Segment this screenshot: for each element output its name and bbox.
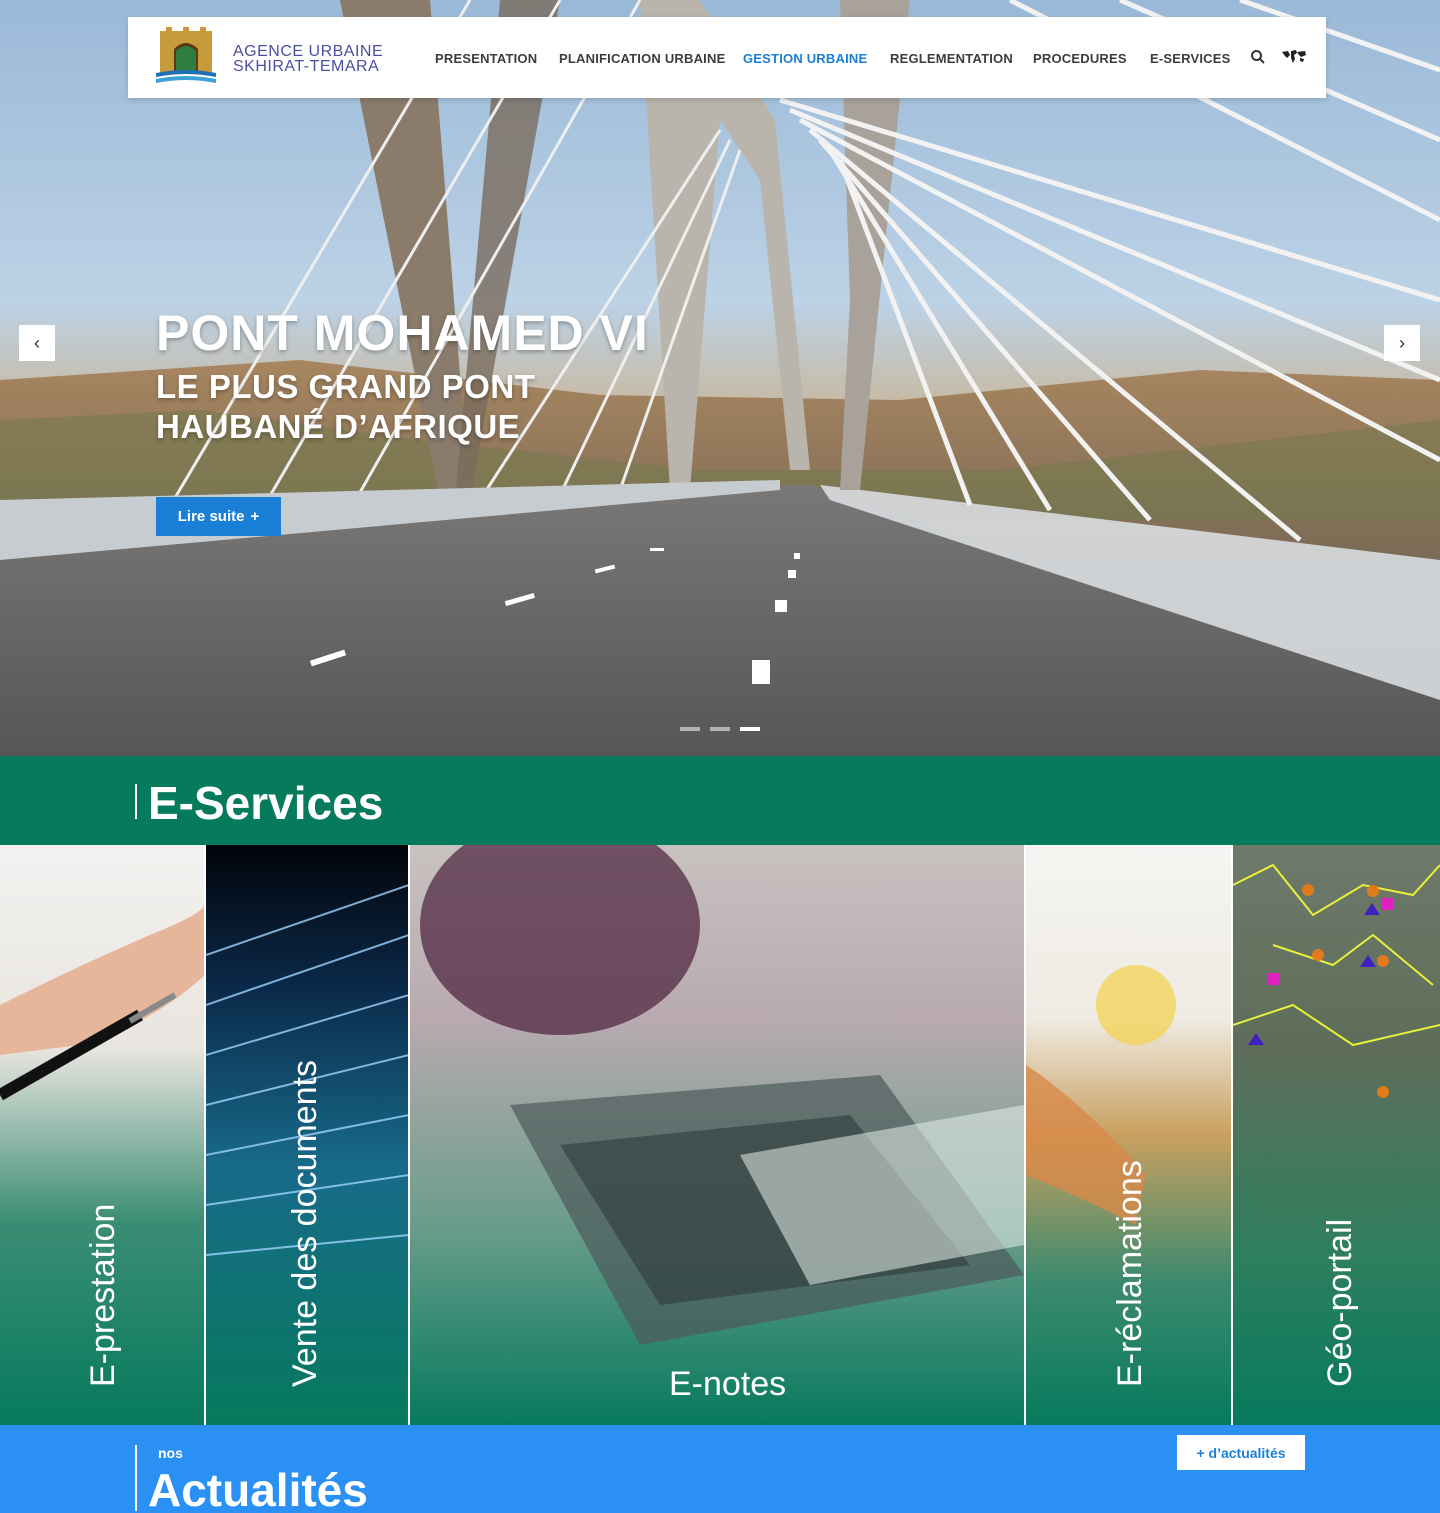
eservice-label-vente-des-documents: Vente des documents: [286, 1059, 324, 1387]
world-map-icon[interactable]: [1281, 49, 1307, 65]
agency-logo[interactable]: [156, 27, 216, 85]
nav-item-planification-urbaine[interactable]: PLANIFICATION URBAINE: [559, 51, 725, 66]
eservice-card-e-reclamations[interactable]: E-réclamations: [1026, 845, 1231, 1425]
slider-dot-3[interactable]: [740, 727, 760, 731]
eservices-title-bar: [135, 784, 137, 819]
hero-title: PONT MOHAMED VI: [156, 305, 649, 361]
eservice-label-geo-portail: Géo-portail: [1321, 1218, 1359, 1387]
chevron-right-icon: ›: [1399, 332, 1405, 353]
nav-item-procedures[interactable]: PROCEDURES: [1033, 51, 1127, 66]
slider-dot-1[interactable]: [680, 727, 700, 731]
slider-dots: [680, 727, 760, 731]
eservice-label-e-reclamations: E-réclamations: [1111, 1160, 1149, 1387]
brand-line1: AGENCE URBAINE: [233, 43, 384, 60]
read-more-label: Lire suite: [177, 508, 245, 525]
hero-subtitle: LE PLUS GRAND PONT HAUBANÉ D’AFRIQUE: [156, 367, 656, 447]
search-icon[interactable]: [1250, 49, 1266, 65]
slider-prev-button[interactable]: ‹: [19, 325, 55, 361]
eservice-card-vente-des-documents[interactable]: Vente des documents: [206, 845, 409, 1425]
actualites-title-bar: [135, 1445, 137, 1511]
slider-next-button[interactable]: ›: [1384, 325, 1420, 361]
hero-subtitle-line2: HAUBANÉ D’AFRIQUE: [156, 408, 521, 445]
nav-item-e-services[interactable]: E-SERVICES: [1150, 51, 1231, 66]
actualites-section: nos Actualités + d’actualités: [0, 1425, 1440, 1513]
eservice-card-geo-portail[interactable]: Géo-portail: [1233, 845, 1440, 1425]
nav-item-presentation[interactable]: PRESENTATION: [435, 51, 537, 66]
brand-name: AGENCE URBAINE SKHIRAT-TEMARA: [233, 43, 384, 75]
eservice-card-e-notes[interactable]: E-notes: [410, 845, 1024, 1425]
top-navbar: AGENCE URBAINE SKHIRAT-TEMARA PRESENTATI…: [128, 17, 1326, 98]
eservice-label-e-notes: E-notes: [669, 1365, 787, 1403]
chevron-left-icon: ‹: [34, 332, 40, 353]
read-more-button[interactable]: Lire suite +: [156, 497, 281, 536]
laptop-image: [420, 845, 1024, 1345]
actualites-pretitle: nos: [158, 1445, 183, 1461]
eservices-header: E-Services: [0, 756, 1440, 845]
eservices-title: E-Services: [148, 777, 384, 829]
hero-subtitle-line1: LE PLUS GRAND PONT: [156, 368, 536, 405]
eservice-card-e-prestation[interactable]: E-prestation: [0, 845, 205, 1425]
nav-item-reglementation[interactable]: REGLEMENTATION: [890, 51, 1013, 66]
actualites-title: Actualités: [148, 1464, 368, 1513]
hero-slider: ‹ › PONT MOHAMED VI LE PLUS GRAND PONT H…: [0, 0, 1440, 756]
plus-icon: +: [250, 508, 260, 525]
eservice-label-e-prestation: E-prestation: [84, 1203, 122, 1387]
slider-dot-2[interactable]: [710, 727, 730, 731]
brand-line2: SKHIRAT-TEMARA: [233, 58, 380, 75]
more-news-button[interactable]: + d’actualités: [1177, 1435, 1305, 1470]
nav-item-gestion-urbaine[interactable]: GESTION URBAINE: [743, 51, 867, 66]
